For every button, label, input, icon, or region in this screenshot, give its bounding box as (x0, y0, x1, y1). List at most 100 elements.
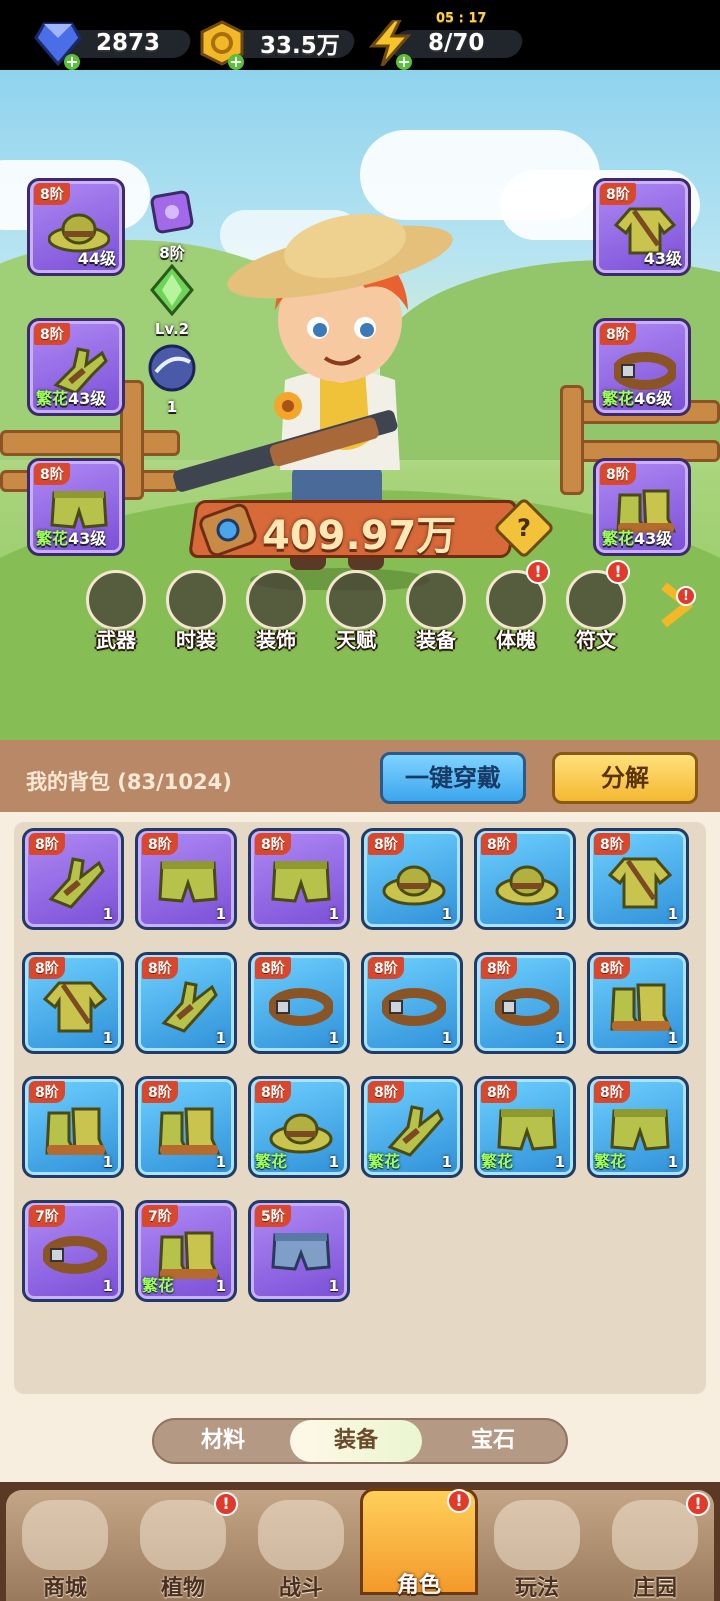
tab-talent[interactable]: 天赋 (320, 570, 392, 653)
crystal-button[interactable]: Lv.2 (144, 263, 200, 338)
tab-costume[interactable]: 时装 (160, 570, 232, 653)
tier-badge: 8阶 (255, 1081, 291, 1103)
costume-icon (166, 570, 226, 630)
bag-category-switch: 材料 装备 宝石 (152, 1418, 568, 1464)
tier-badge: 5阶 (255, 1205, 291, 1227)
tab-rune[interactable]: ! 符文 (560, 560, 632, 653)
bag-item[interactable]: 5阶 1 (248, 1200, 350, 1302)
belt-icon (43, 1236, 107, 1274)
tier-badge: 8阶 (481, 957, 517, 979)
bag-grid: 8阶 1 8阶 1 8阶 1 8阶 1 8阶 1 8阶 1 8阶 1 8阶 1 8阶 1 8阶 1 8阶 1 8阶 1 8阶 1 8… (14, 822, 706, 1394)
equipped-slot-pants[interactable]: 8阶 繁花43级 (27, 458, 125, 556)
tome-button[interactable]: 8阶 (144, 186, 200, 263)
level-text: 46级 (634, 389, 673, 408)
bag-item[interactable]: 8阶 1 (474, 828, 576, 930)
equip-all-button[interactable]: 一键穿戴 (380, 752, 526, 804)
equipped-slot-gloves[interactable]: 8阶 繁花43级 (27, 318, 125, 416)
bag-item[interactable]: 8阶 繁花 1 (474, 1076, 576, 1178)
add-gems-icon[interactable]: + (64, 54, 80, 70)
add-gold-icon[interactable]: + (228, 54, 244, 70)
fanhua-prefix: 繁花 (602, 529, 635, 548)
gameplay-icon (494, 1500, 580, 1570)
bag-item[interactable]: 8阶 1 (22, 952, 124, 1054)
tier-badge: 8阶 (600, 463, 636, 485)
nav-label: 庄园 (632, 1576, 677, 1601)
bag-item[interactable]: 8阶 1 (135, 828, 237, 930)
bag-item[interactable]: 8阶 1 (248, 952, 350, 1054)
bag-item[interactable]: 8阶 1 (248, 828, 350, 930)
bag-item[interactable]: 8阶 1 (22, 828, 124, 930)
equipped-slot-shirt[interactable]: 8阶 43级 (593, 178, 691, 276)
belt-icon (382, 988, 446, 1026)
orb-button[interactable]: 1 (144, 342, 200, 416)
bag-item[interactable]: 8阶 1 (587, 828, 689, 930)
nav-shop[interactable]: 商城 (6, 1494, 124, 1601)
category-equipment[interactable]: 装备 (290, 1420, 422, 1462)
equipped-slot-hat[interactable]: 8阶 44级 (27, 178, 125, 276)
tab-label: 武器 (96, 628, 136, 652)
nav-manor[interactable]: 庄园! (596, 1492, 714, 1601)
tab-equipment[interactable]: 装备 (400, 570, 472, 653)
equipment-icon (406, 570, 466, 630)
tier-badge: 8阶 (368, 957, 404, 979)
nav-label: 战斗 (278, 1576, 323, 1601)
gold-counter[interactable]: + 33.5万 (198, 20, 357, 70)
bag-item[interactable]: 8阶 1 (135, 952, 237, 1054)
tab-label: 天赋 (336, 628, 376, 652)
bag-item[interactable]: 8阶 1 (361, 828, 463, 930)
bag-item[interactable]: 8阶 1 (22, 1076, 124, 1178)
equipped-slot-boots[interactable]: 8阶 繁花43级 (593, 458, 691, 556)
tab-physique[interactable]: ! 体魄 (480, 560, 552, 653)
nav-character[interactable]: 角色! (360, 1488, 478, 1598)
item-count: 1 (441, 905, 452, 923)
manor-icon (612, 1500, 698, 1570)
item-count: 1 (441, 1029, 452, 1047)
level-text: 43级 (634, 529, 673, 548)
tier-badge: 8阶 (34, 183, 70, 205)
tier-badge: 8阶 (29, 957, 65, 979)
item-count: 1 (102, 1153, 113, 1171)
tab-weapon[interactable]: 武器 (80, 570, 152, 653)
crystal-label: Lv.2 (154, 320, 190, 338)
equipped-slot-belt[interactable]: 8阶 繁花46级 (593, 318, 691, 416)
glove-icon (161, 981, 218, 1033)
nav-battle[interactable]: 战斗 (242, 1494, 360, 1601)
tier-badge: 8阶 (142, 1081, 178, 1103)
category-gems[interactable]: 宝石 (426, 1420, 560, 1462)
bag-title: 我的背包 (83/1024) (26, 770, 232, 794)
item-count: 1 (215, 1029, 226, 1047)
tab-label: 符文 (576, 628, 616, 652)
category-materials[interactable]: 材料 (156, 1420, 290, 1462)
bag-item[interactable]: 7阶 繁花 1 (135, 1200, 237, 1302)
bag-item[interactable]: 8阶 1 (474, 952, 576, 1054)
tier-badge: 8阶 (142, 833, 178, 855)
bag-item[interactable]: 8阶 1 (587, 952, 689, 1054)
bag-item[interactable]: 7阶 1 (22, 1200, 124, 1302)
tier-badge: 7阶 (29, 1205, 65, 1227)
level-text: 43级 (643, 249, 682, 268)
plant-icon (140, 1500, 226, 1570)
bag-item[interactable]: 8阶 1 (361, 952, 463, 1054)
bag-item[interactable]: 8阶 繁花 1 (587, 1076, 689, 1178)
tab-decoration[interactable]: 装饰 (240, 570, 312, 653)
energy-counter[interactable]: + 8/70 (366, 20, 525, 70)
orb-icon (148, 344, 196, 392)
decompose-button[interactable]: 分解 (552, 752, 698, 804)
fanhua-prefix: 繁花 (36, 389, 69, 408)
help-question-icon: ? (517, 514, 531, 542)
fanhua-prefix: 繁花 (368, 1152, 401, 1171)
tab-label: 装备 (416, 628, 456, 652)
tier-badge: 8阶 (594, 957, 630, 979)
nav-gameplay[interactable]: 玩法 (478, 1494, 596, 1601)
bag-item[interactable]: 8阶 繁花 1 (361, 1076, 463, 1178)
crystal-icon (150, 263, 194, 317)
item-count: 1 (215, 905, 226, 923)
add-energy-icon[interactable]: + (396, 54, 412, 70)
bag-item[interactable]: 8阶 1 (135, 1076, 237, 1178)
nav-plant[interactable]: 植物! (124, 1492, 242, 1601)
item-count: 1 (328, 905, 339, 923)
bag-item[interactable]: 8阶 繁花 1 (248, 1076, 350, 1178)
gems-counter[interactable]: + 2873 (34, 22, 193, 70)
hat-icon (382, 865, 446, 906)
tab-label: 装饰 (256, 628, 296, 652)
